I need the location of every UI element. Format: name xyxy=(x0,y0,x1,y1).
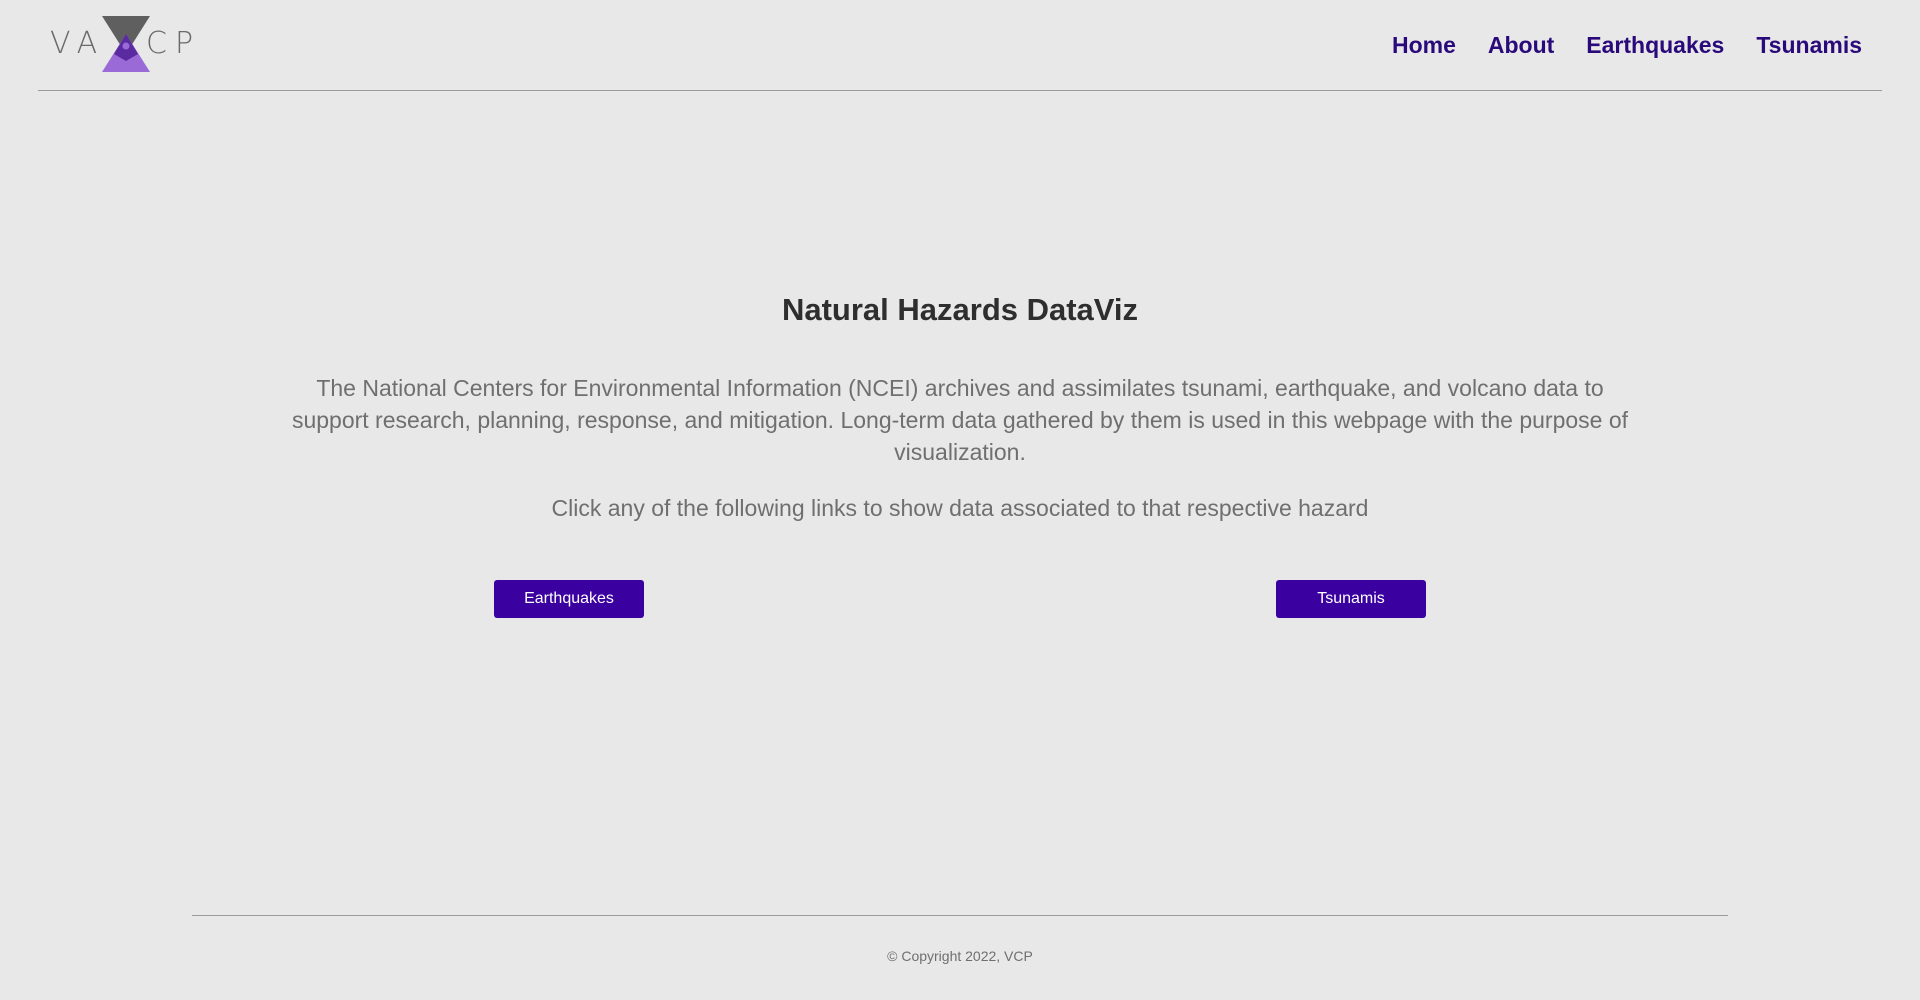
hourglass-triangle-logo-icon xyxy=(102,16,150,72)
tsunamis-button[interactable]: Tsunamis xyxy=(1276,580,1426,618)
earthquakes-button[interactable]: Earthquakes xyxy=(494,580,644,618)
page-title: Natural Hazards DataViz xyxy=(781,292,1139,327)
main-content: Natural Hazards DataViz The National Cen… xyxy=(0,290,1920,618)
nav-home-link[interactable]: Home xyxy=(1392,32,1456,59)
site-logo[interactable]: VA CP xyxy=(50,16,193,72)
nav-tsunamis-link[interactable]: Tsunamis xyxy=(1756,32,1862,59)
logo-text-left: VA xyxy=(50,26,106,61)
main-nav: Home About Earthquakes Tsunamis xyxy=(1392,32,1862,59)
logo-text-right: CP xyxy=(146,26,202,61)
call-to-action-text: Click any of the following links to show… xyxy=(551,495,1369,521)
nav-earthquakes-link[interactable]: Earthquakes xyxy=(1586,32,1724,59)
intro-description: The National Centers for Environmental I… xyxy=(291,375,1629,465)
copyright-text: © Copyright 2022, VCP xyxy=(887,948,1033,964)
footer-divider xyxy=(192,915,1728,916)
page: VA CP Home About Earthquakes Tsunamis Na… xyxy=(0,0,1920,1000)
site-header: VA CP Home About Earthquakes Tsunamis xyxy=(38,0,1882,91)
site-footer: © Copyright 2022, VCP xyxy=(0,948,1920,964)
nav-about-link[interactable]: About xyxy=(1488,32,1554,59)
